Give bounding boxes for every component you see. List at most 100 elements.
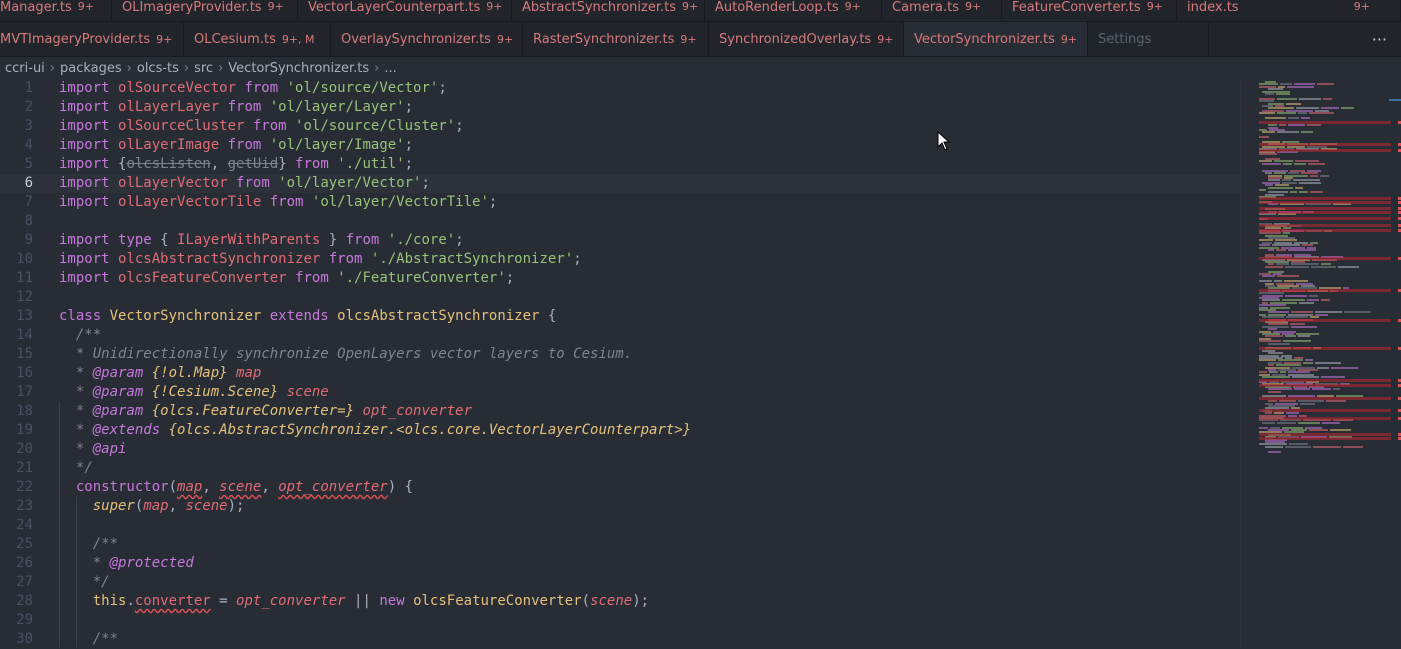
minimap[interactable] (1240, 79, 1401, 647)
minimap-error-highlight (1259, 197, 1391, 200)
code-line[interactable]: 23 super(map, scene); (0, 497, 1240, 516)
minimap-line (1259, 153, 1277, 155)
vertical-scrollbar[interactable] (1389, 79, 1401, 647)
code-line[interactable]: 21 */ (0, 459, 1240, 478)
code-line[interactable]: 20 * @api (0, 440, 1240, 459)
code-line[interactable]: 25 /** (0, 535, 1240, 554)
code-token: scene (219, 479, 262, 495)
minimap-line (1276, 93, 1291, 95)
minimap-line (1259, 136, 1270, 139)
breadcrumb-item[interactable]: ccri-ui (5, 61, 45, 76)
code-line[interactable]: 12 (0, 288, 1240, 307)
minimap-error-highlight (1259, 224, 1391, 227)
code-token: {!Cesium.Scene} (151, 384, 287, 400)
code-line[interactable]: 24 (0, 516, 1240, 535)
code-line[interactable]: 8 (0, 212, 1240, 231)
tab-abstractsynchronizer-ts[interactable]: AbstractSynchronizer.ts 9+ (512, 0, 705, 21)
minimap-line (1286, 85, 1315, 88)
line-number: 21 (16, 460, 33, 476)
minimap-line (1262, 376, 1290, 379)
code-text: * Unidirectionally synchronize OpenLayer… (59, 345, 632, 364)
code-token: import (59, 270, 119, 286)
minimap-error-highlight (1259, 319, 1391, 322)
code-token: * (59, 441, 93, 457)
chevron-right-icon: › (218, 60, 224, 76)
breadcrumb-item[interactable]: packages (60, 61, 122, 76)
breadcrumb-item[interactable]: src (194, 61, 213, 76)
code-editor[interactable]: 1 import olSourceVector from 'ol/source/V… (0, 79, 1240, 647)
code-line[interactable]: 19 * @extends {olcs.AbstractSynchronizer… (0, 421, 1240, 440)
more-actions-button[interactable]: ··· (1372, 22, 1401, 56)
tab-vectorsynchronizer-ts[interactable]: VectorSynchronizer.ts9+✕ (904, 22, 1088, 56)
problem-count-badge: 9+ (267, 0, 284, 13)
code-line[interactable]: 5 import {olcsListen, getUid} from './uti… (0, 155, 1240, 174)
code-token: getUid (227, 156, 279, 172)
code-line[interactable]: 7 import olLayerVectorTile from 'ol/layer… (0, 193, 1240, 212)
code-token: from (236, 175, 279, 191)
code-token: olSourceCluster (118, 118, 253, 134)
code-line[interactable]: 3 import olSourceCluster from 'ol/source/… (0, 117, 1240, 136)
code-token: { (547, 308, 557, 324)
code-token: converter (134, 593, 211, 609)
breadcrumb-item[interactable]: olcs-ts (137, 61, 179, 76)
code-line[interactable]: 2 import olLayerLayer from 'ol/layer/Laye… (0, 98, 1240, 117)
tab-settings[interactable]: Settings (1088, 22, 1209, 56)
code-token: './FeatureConverter' (337, 270, 506, 286)
code-line[interactable]: 26 * @protected (0, 554, 1240, 573)
minimap-line (1341, 107, 1355, 110)
tab-manager-ts[interactable]: Manager.ts 9+ (0, 0, 112, 21)
code-token: olcsFeatureConverter (118, 270, 296, 286)
line-number: 23 (16, 498, 33, 514)
tab-index-ts[interactable]: index.ts 9+ (1177, 0, 1401, 21)
code-line[interactable]: 30 /** (0, 630, 1240, 649)
breadcrumb-item[interactable]: ... (384, 61, 396, 76)
code-line[interactable]: 18 * @param {olcs.FeatureConverter=} opt… (0, 402, 1240, 421)
code-token: from (244, 80, 287, 96)
code-line[interactable]: 17 * @param {!Cesium.Scene} scene (0, 383, 1240, 402)
code-line[interactable]: 16 * @param {!ol.Map} map (0, 364, 1240, 383)
code-line[interactable]: 22 constructor(map, scene, opt_converter… (0, 478, 1240, 497)
code-line[interactable]: 13 class VectorSynchronizer extends olcsA… (0, 307, 1240, 326)
tab-olcesium-ts[interactable]: OLCesium.ts 9+, M (184, 22, 331, 56)
code-text: * @param {olcs.FeatureConverter=} opt_co… (59, 402, 472, 421)
line-number: 16 (16, 365, 33, 381)
code-line[interactable]: 6 import olLayerVector from 'ol/layer/Vec… (0, 174, 1240, 193)
tab-row-1: Manager.ts 9+ OLImageryProvider.ts 9+ Vector… (0, 0, 1401, 22)
code-text: import olLayerVector from 'ol/layer/Vect… (59, 174, 430, 193)
code-token: @param (92, 384, 152, 400)
tab-olimageryprovider-ts[interactable]: OLImageryProvider.ts 9+ (112, 0, 298, 21)
code-line[interactable]: 10 import olcsAbstractSynchronizer from '… (0, 250, 1240, 269)
code-token: 'ol/layer/Vector' (278, 175, 422, 191)
tab-label: OLCesium.ts (194, 31, 276, 47)
tab-autorenderloop-ts[interactable]: AutoRenderLoop.ts 9+ (705, 0, 882, 21)
code-token: scene (185, 498, 228, 514)
code-line[interactable]: 29 (0, 611, 1240, 630)
code-token: * (59, 384, 93, 400)
code-line[interactable]: 1 import olSourceVector from 'ol/source/V… (0, 79, 1240, 98)
code-line[interactable]: 4 import olLayerImage from 'ol/layer/Imag… (0, 136, 1240, 155)
minimap-line (1308, 112, 1335, 115)
code-line[interactable]: 9 import type { ILayerWithParents } from … (0, 231, 1240, 250)
minimap-error-highlight (1259, 217, 1391, 220)
tab-camera-ts[interactable]: Camera.ts 9+ (882, 0, 1002, 21)
breadcrumb-item[interactable]: VectorSynchronizer.ts (228, 61, 369, 76)
tab-rastersynchronizer-ts[interactable]: RasterSynchronizer.ts 9+ (523, 22, 709, 56)
tab-mvtimageryprovider-ts[interactable]: MVTImageryProvider.ts 9+ (0, 22, 184, 56)
code-token: ; (404, 156, 414, 172)
code-line[interactable]: 28 this.converter = opt_converter || new… (0, 592, 1240, 611)
minimap-error-highlight (1259, 207, 1391, 210)
problem-count-badge: 9+ (1060, 32, 1078, 46)
code-line[interactable]: 15 * Unidirectionally synchronize OpenLa… (0, 345, 1240, 364)
line-number: 14 (16, 327, 33, 343)
tab-featureconverter-ts[interactable]: FeatureConverter.ts 9+ (1002, 0, 1177, 21)
code-line[interactable]: 14 /** (0, 326, 1240, 345)
code-line[interactable]: 27 */ (0, 573, 1240, 592)
tab-synchronizedoverlay-ts[interactable]: SynchronizedOverlay.ts 9+ (709, 22, 904, 56)
code-token: @api (92, 441, 127, 457)
code-token: ( (581, 593, 591, 609)
code-line[interactable]: 11 import olcsFeatureConverter from './Fe… (0, 269, 1240, 288)
tab-label: SynchronizedOverlay.ts (719, 31, 872, 47)
tab-vectorlayercounterpart-ts[interactable]: VectorLayerCounterpart.ts 9+ (298, 0, 512, 21)
tab-overlaysynchronizer-ts[interactable]: OverlaySynchronizer.ts 9+ (331, 22, 523, 56)
